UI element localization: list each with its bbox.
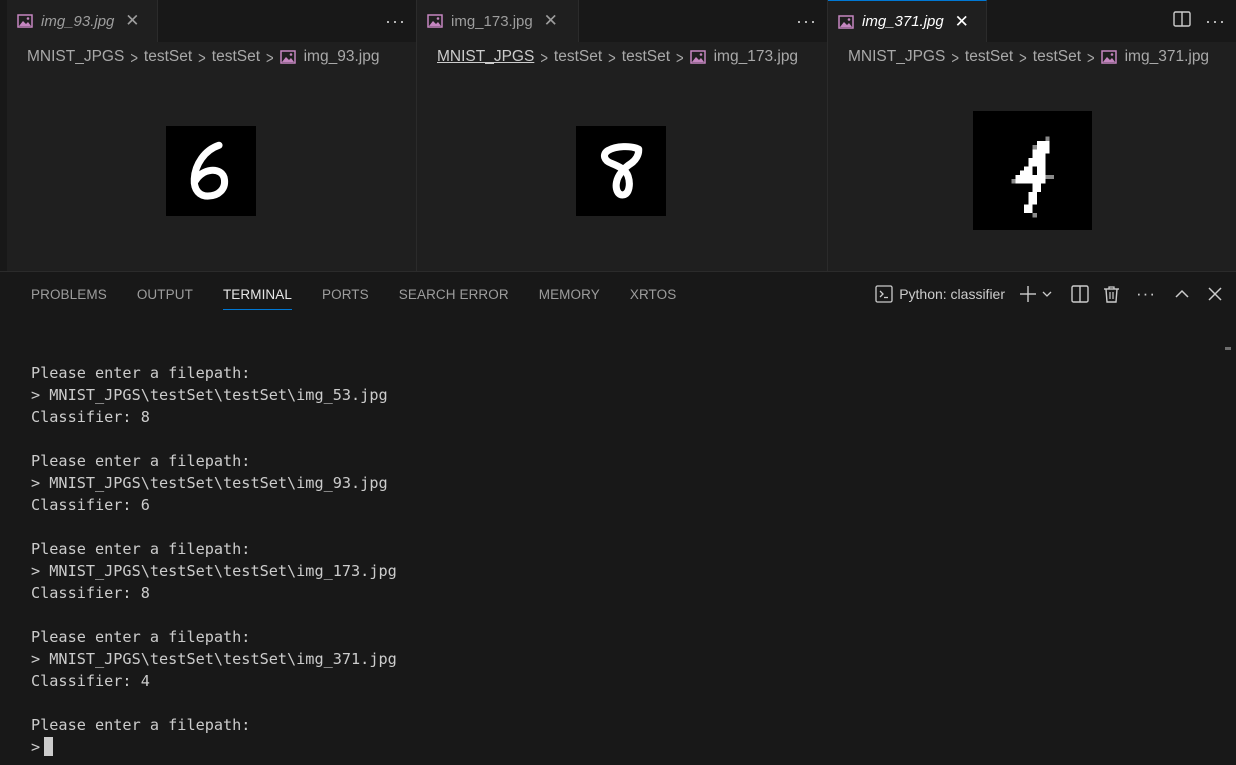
terminal-line: ​ [31, 604, 397, 626]
split-editor-icon[interactable] [1173, 10, 1191, 32]
panel-actions: Python: classifier ··· [861, 272, 1222, 316]
chevron-down-icon[interactable] [1041, 288, 1053, 300]
chevron-right-icon: > [130, 47, 138, 67]
terminal-line: > MNIST_JPGS\testSet\testSet\img_371.jpg [31, 650, 397, 668]
terminal-line: Please enter a filepath: [31, 716, 251, 734]
tab-label: img_173.jpg [451, 12, 533, 30]
terminal-line: Please enter a filepath: [31, 628, 251, 646]
breadcrumb-item[interactable]: img_173.jpg [714, 48, 798, 66]
breadcrumb: MNIST_JPGS > testSet > testSet > img_173… [417, 42, 827, 72]
terminal-line: Classifier: 8 [31, 408, 150, 426]
tab-terminal[interactable]: TERMINAL [222, 272, 293, 316]
ellipsis-icon[interactable]: ··· [1136, 284, 1156, 304]
close-icon[interactable]: ✕ [124, 12, 140, 29]
breadcrumb-item[interactable]: testSet [212, 48, 260, 66]
tab-label: img_93.jpg [41, 12, 115, 30]
terminal-line: ​ [31, 692, 397, 714]
tab-problems[interactable]: PROBLEMS [31, 272, 107, 316]
breadcrumb-item[interactable]: testSet [965, 48, 1013, 66]
terminal-prompt: > [31, 738, 41, 756]
chevron-right-icon: > [266, 47, 274, 67]
breadcrumb-item[interactable]: testSet [622, 48, 670, 66]
terminal-icon [875, 285, 893, 303]
chevron-right-icon: > [951, 47, 959, 67]
terminal-line: Please enter a filepath: [31, 452, 251, 470]
image-file-icon [689, 50, 706, 64]
terminal-line: Please enter a filepath: [31, 364, 251, 382]
ellipsis-icon[interactable]: ··· [796, 12, 817, 30]
terminal-selector[interactable]: Python: classifier [875, 285, 1005, 303]
breadcrumb-item[interactable]: MNIST_JPGS [27, 48, 124, 66]
tab-img-93[interactable]: img_93.jpg ✕ [7, 0, 158, 42]
panel-tab-bar: PROBLEMS OUTPUT TERMINAL PORTS SEARCH ER… [0, 272, 1236, 316]
tab-img-371[interactable]: img_371.jpg ✕ [828, 0, 987, 42]
terminal-line: Please enter a filepath: [31, 540, 251, 558]
image-file-icon [838, 14, 854, 29]
terminal-prompt-line[interactable]: > [31, 736, 397, 758]
terminal-line: ​ [31, 516, 397, 538]
close-icon[interactable] [1208, 287, 1222, 301]
digit-image-preview [166, 126, 256, 216]
terminal-line: Classifier: 8 [31, 584, 150, 602]
chevron-right-icon: > [608, 47, 616, 67]
breadcrumb-item[interactable]: testSet [144, 48, 192, 66]
digit-six-image [166, 126, 256, 216]
image-file-icon [1100, 50, 1117, 64]
terminal-line: Classifier: 4 [31, 672, 150, 690]
scrollbar-marker[interactable] [1225, 347, 1231, 350]
editor-area: img_93.jpg ✕ ··· MNIST_JPGS > testSet > … [0, 0, 1236, 271]
digit-eight-image [576, 126, 666, 216]
breadcrumb: MNIST_JPGS > testSet > testSet > img_93.… [7, 42, 416, 72]
editor-group-2: img_173.jpg ✕ ··· MNIST_JPGS > testSet >… [416, 0, 827, 271]
breadcrumb-item[interactable]: MNIST_JPGS [437, 48, 534, 66]
chevron-right-icon: > [676, 47, 684, 67]
breadcrumb-item[interactable]: img_371.jpg [1125, 48, 1209, 66]
image-file-icon [279, 50, 296, 64]
tab-output[interactable]: OUTPUT [137, 272, 193, 316]
tab-bar: img_173.jpg ✕ ··· [417, 0, 827, 42]
tab-img-173[interactable]: img_173.jpg ✕ [417, 0, 579, 42]
terminal-line: > MNIST_JPGS\testSet\testSet\img_53.jpg [31, 386, 388, 404]
chevron-right-icon: > [540, 47, 548, 67]
digit-image-preview [973, 111, 1092, 230]
terminal-output[interactable]: Please enter a filepath: > MNIST_JPGS\tes… [31, 362, 397, 758]
tab-ports[interactable]: PORTS [322, 272, 369, 316]
editor-group-1: img_93.jpg ✕ ··· MNIST_JPGS > testSet > … [0, 0, 416, 271]
terminal-line: > MNIST_JPGS\testSet\testSet\img_93.jpg [31, 474, 388, 492]
chevron-up-icon[interactable] [1174, 286, 1190, 302]
chevron-right-icon: > [1019, 47, 1027, 67]
bottom-panel: PROBLEMS OUTPUT TERMINAL PORTS SEARCH ER… [0, 271, 1236, 765]
breadcrumb-item[interactable]: img_93.jpg [304, 48, 380, 66]
plus-icon[interactable] [1019, 285, 1037, 303]
tab-bar: img_371.jpg ✕ ··· [828, 0, 1236, 42]
tab-bar: img_93.jpg ✕ ··· [7, 0, 416, 42]
ellipsis-icon[interactable]: ··· [385, 12, 406, 30]
terminal-line: Classifier: 6 [31, 496, 150, 514]
chevron-right-icon: > [1087, 47, 1095, 67]
close-icon[interactable]: ✕ [543, 12, 559, 29]
image-file-icon [427, 14, 443, 28]
close-icon[interactable]: ✕ [954, 13, 970, 30]
tab-search-error[interactable]: SEARCH ERROR [399, 272, 509, 316]
digit-image-preview [576, 126, 666, 216]
terminal-cursor [44, 737, 54, 756]
breadcrumb-item[interactable]: testSet [554, 48, 602, 66]
tab-xrtos[interactable]: XRTOS [630, 272, 677, 316]
terminal-line: ​ [31, 428, 397, 450]
breadcrumb: MNIST_JPGS > testSet > testSet > img_371… [828, 42, 1236, 72]
chevron-right-icon: > [198, 47, 206, 67]
ellipsis-icon[interactable]: ··· [1205, 12, 1226, 30]
split-terminal-icon[interactable] [1071, 285, 1089, 303]
trash-icon[interactable] [1103, 285, 1120, 303]
terminal-name: Python: classifier [899, 286, 1006, 302]
terminal-line: > MNIST_JPGS\testSet\testSet\img_173.jpg [31, 562, 397, 580]
digit-four-image [973, 111, 1092, 230]
editor-group-3: img_371.jpg ✕ ··· MNIST_JPGS > testSet >… [827, 0, 1236, 271]
tab-label: img_371.jpg [862, 13, 944, 30]
image-file-icon [17, 14, 33, 28]
breadcrumb-item[interactable]: testSet [1033, 48, 1081, 66]
tab-memory[interactable]: MEMORY [539, 272, 600, 316]
breadcrumb-item[interactable]: MNIST_JPGS [848, 48, 945, 66]
